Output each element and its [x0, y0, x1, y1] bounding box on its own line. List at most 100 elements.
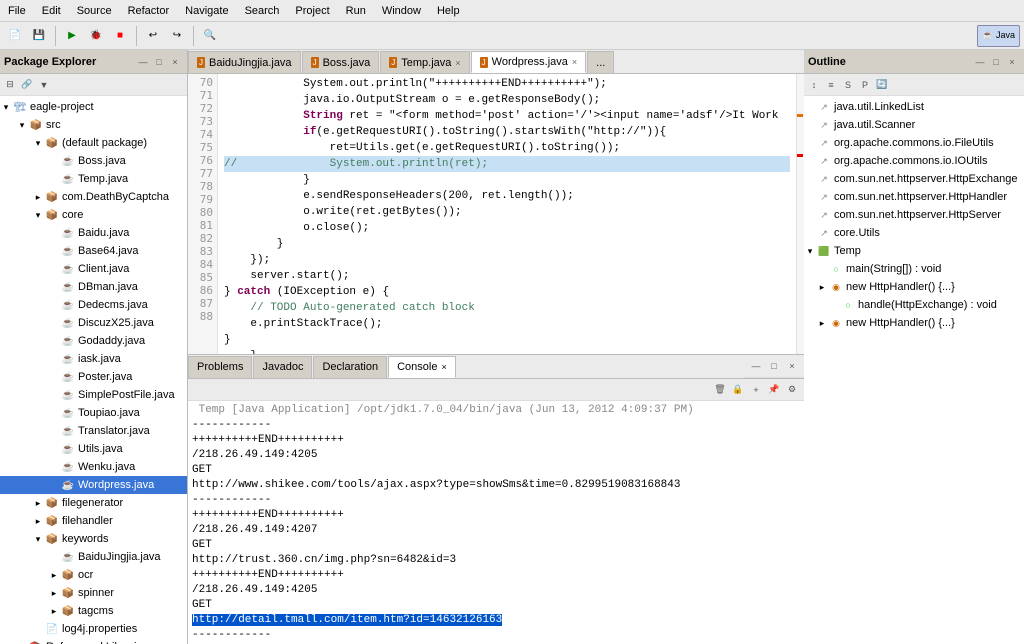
- console-maximize[interactable]: □: [766, 358, 782, 374]
- package-explorer-maximize[interactable]: □: [151, 54, 167, 70]
- outline-item-0[interactable]: ↗java.util.LinkedList: [804, 98, 1024, 116]
- menu-search[interactable]: Search: [237, 2, 288, 20]
- editor-tab-___[interactable]: ...: [587, 51, 614, 73]
- console-minimize[interactable]: —: [748, 358, 764, 374]
- editor-tab-Temp_java[interactable]: JTemp.java×: [380, 51, 469, 73]
- collapse-all-button[interactable]: ⊟: [2, 77, 18, 93]
- menu-run[interactable]: Run: [338, 2, 374, 20]
- sync-outline-button[interactable]: 🔄: [874, 77, 890, 93]
- outline-maximize[interactable]: □: [988, 54, 1004, 70]
- tree-item-Boss_java[interactable]: ☕Boss.java: [0, 152, 187, 170]
- console-close-icon[interactable]: ×: [441, 362, 446, 372]
- tree-item-log4j_properties[interactable]: 📄log4j.properties: [0, 620, 187, 638]
- outline-item-1[interactable]: ↗java.util.Scanner: [804, 116, 1024, 134]
- outline-item-5[interactable]: ↗com.sun.net.httpserver.HttpHandler: [804, 188, 1024, 206]
- tree-item-DBman_java[interactable]: ☕DBman.java: [0, 278, 187, 296]
- tree-item-Client_java[interactable]: ☕Client.java: [0, 260, 187, 278]
- scroll-lock-button[interactable]: 🔒: [730, 382, 746, 398]
- tree-item-eagle_project[interactable]: ▾🏗eagle-project: [0, 98, 187, 116]
- console-tab-problems[interactable]: Problems: [188, 356, 252, 378]
- run-button[interactable]: ▶: [61, 25, 83, 47]
- tree-item-Godaddy_java[interactable]: ☕Godaddy.java: [0, 332, 187, 350]
- package-explorer-close[interactable]: ×: [167, 54, 183, 70]
- outline-item-7[interactable]: ↗core.Utils: [804, 224, 1024, 242]
- editor-tab-Boss_java[interactable]: JBoss.java: [302, 51, 380, 73]
- tree-item-Utils_java[interactable]: ☕Utils.java: [0, 440, 187, 458]
- tree-item-ocr[interactable]: ▸📦ocr: [0, 566, 187, 584]
- console-tab-declaration[interactable]: Declaration: [313, 356, 387, 378]
- menu-edit[interactable]: Edit: [34, 2, 69, 20]
- menu-project[interactable]: Project: [287, 2, 337, 20]
- tree-item-BaiduJingjia_java[interactable]: ☕BaiduJingjia.java: [0, 548, 187, 566]
- close-tab-button[interactable]: ×: [455, 58, 460, 68]
- menu-source[interactable]: Source: [69, 2, 120, 20]
- outline-item-11[interactable]: ○handle(HttpExchange) : void: [804, 296, 1024, 314]
- save-button[interactable]: 💾: [28, 25, 50, 47]
- console-content[interactable]: Temp [Java Application] /opt/jdk1.7.0_04…: [188, 401, 804, 644]
- tree-item-SimplePostFile_java[interactable]: ☕SimplePostFile.java: [0, 386, 187, 404]
- tree-item-Temp_java[interactable]: ☕Temp.java: [0, 170, 187, 188]
- hide-nonpublic-button[interactable]: P: [857, 77, 873, 93]
- outline-close[interactable]: ×: [1004, 54, 1020, 70]
- view-menu-button[interactable]: ▼: [36, 77, 52, 93]
- java-perspective[interactable]: ☕ Java: [977, 25, 1020, 47]
- tree-item-Baidu_java[interactable]: ☕Baidu.java: [0, 224, 187, 242]
- tree-item-keywords[interactable]: ▾📦keywords: [0, 530, 187, 548]
- new-button[interactable]: 📄: [4, 25, 26, 47]
- menu-navigate[interactable]: Navigate: [177, 2, 236, 20]
- editor-area[interactable]: 70717273747576777879808182838485868788 S…: [188, 74, 804, 354]
- outline-item-8[interactable]: ▾🟩Temp: [804, 242, 1024, 260]
- tree-item-filegenerator[interactable]: ▸📦filegenerator: [0, 494, 187, 512]
- menu-help[interactable]: Help: [429, 2, 468, 20]
- menu-file[interactable]: File: [0, 2, 34, 20]
- tree-item-spinner[interactable]: ▸📦spinner: [0, 584, 187, 602]
- console-tab-console[interactable]: Console ×: [388, 356, 456, 378]
- undo-button[interactable]: ↩: [142, 25, 164, 47]
- tree-item-iask_java[interactable]: ☕iask.java: [0, 350, 187, 368]
- sort-button[interactable]: ↕: [806, 77, 822, 93]
- tree-item-filehandler[interactable]: ▸📦filehandler: [0, 512, 187, 530]
- hide-fields-button[interactable]: ≡: [823, 77, 839, 93]
- tree-item-src[interactable]: ▾📦src: [0, 116, 187, 134]
- tree-item-com_DeathByCaptcha[interactable]: ▸📦com.DeathByCaptcha: [0, 188, 187, 206]
- redo-button[interactable]: ↪: [166, 25, 188, 47]
- tree-item-Poster_java[interactable]: ☕Poster.java: [0, 368, 187, 386]
- tree-item-Dedecms_java[interactable]: ☕Dedecms.java: [0, 296, 187, 314]
- outline-item-2[interactable]: ↗org.apache.commons.io.FileUtils: [804, 134, 1024, 152]
- menu-refactor[interactable]: Refactor: [120, 2, 178, 20]
- tree-item-Translator_java[interactable]: ☕Translator.java: [0, 422, 187, 440]
- package-explorer-minimize[interactable]: —: [135, 54, 151, 70]
- pin-console-button[interactable]: 📌: [766, 382, 782, 398]
- debug-button[interactable]: 🐞: [85, 25, 107, 47]
- outline-item-3[interactable]: ↗org.apache.commons.io.IOUtils: [804, 152, 1024, 170]
- outline-item-9[interactable]: ○main(String[]) : void: [804, 260, 1024, 278]
- search-button[interactable]: 🔍: [199, 25, 221, 47]
- outline-item-4[interactable]: ↗com.sun.net.httpserver.HttpExchange: [804, 170, 1024, 188]
- tree-item-DiscuzX25_java[interactable]: ☕DiscuzX25.java: [0, 314, 187, 332]
- console-tab-javadoc[interactable]: Javadoc: [253, 356, 312, 378]
- tree-item-Base64_java[interactable]: ☕Base64.java: [0, 242, 187, 260]
- tree-item-Referenced_Libraries[interactable]: ▸📚Referenced Libraries: [0, 638, 187, 644]
- tree-item-Toupiao_java[interactable]: ☕Toupiao.java: [0, 404, 187, 422]
- editor-tab-BaiduJingjia_java[interactable]: JBaiduJingjia.java: [188, 51, 301, 73]
- outline-item-12[interactable]: ▸◉new HttpHandler() {...}: [804, 314, 1024, 332]
- tree-item-Wordpress_java[interactable]: ☕Wordpress.java: [0, 476, 187, 494]
- clear-console-button[interactable]: 🗑: [712, 382, 728, 398]
- editor-tab-Wordpress_java[interactable]: JWordpress.java×: [471, 51, 586, 73]
- console-settings[interactable]: ⚙: [784, 382, 800, 398]
- outline-item-6[interactable]: ↗com.sun.net.httpserver.HttpServer: [804, 206, 1024, 224]
- hide-static-button[interactable]: S: [840, 77, 856, 93]
- tree-item-Wenku_java[interactable]: ☕Wenku.java: [0, 458, 187, 476]
- outline-minimize[interactable]: —: [972, 54, 988, 70]
- menu-window[interactable]: Window: [374, 2, 429, 20]
- code-editor[interactable]: System.out.println("++++++++++END+++++++…: [218, 74, 796, 354]
- tree-item-core[interactable]: ▾📦core: [0, 206, 187, 224]
- link-editor-button[interactable]: 🔗: [19, 77, 35, 93]
- console-close[interactable]: ×: [784, 358, 800, 374]
- outline-item-10[interactable]: ▸◉new HttpHandler() {...}: [804, 278, 1024, 296]
- tree-item-tagcms[interactable]: ▸📦tagcms: [0, 602, 187, 620]
- close-tab-button[interactable]: ×: [572, 57, 577, 67]
- tree-item-_default_package_[interactable]: ▾📦(default package): [0, 134, 187, 152]
- stop-button[interactable]: ■: [109, 25, 131, 47]
- new-console-button[interactable]: +: [748, 382, 764, 398]
